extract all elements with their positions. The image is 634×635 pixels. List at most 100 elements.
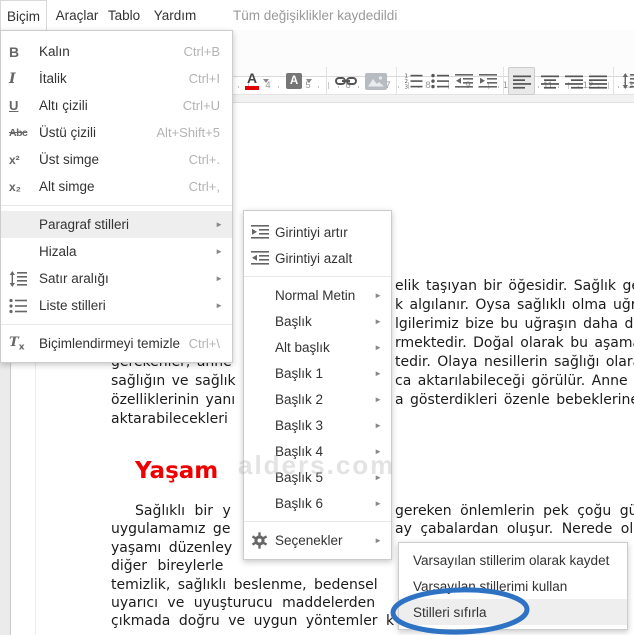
numbered-list-button[interactable]: 123 <box>401 67 426 95</box>
menu-item-ust-simge[interactable]: x² Üst simge Ctrl+. <box>1 146 232 173</box>
bullet-list-icon <box>430 73 449 89</box>
submenu-arrow-icon: ► <box>374 342 382 352</box>
menu-separator <box>1 324 232 325</box>
align-left-icon <box>512 74 531 89</box>
submenu-arrow-icon: ► <box>374 420 382 430</box>
menu-item-alt-baslik[interactable]: Alt başlık ► <box>244 334 391 360</box>
increase-indent-icon <box>244 224 275 240</box>
menu-separator <box>244 276 391 277</box>
menubar-item-yardim[interactable]: Yardım <box>148 0 202 30</box>
submenu-arrow-icon: ► <box>374 394 382 404</box>
menu-item-baslik-4[interactable]: Başlık 4 ► <box>244 438 391 464</box>
align-right-button[interactable] <box>561 67 586 95</box>
menu-item-label: Başlık 4 <box>275 443 324 459</box>
numbered-list-icon: 123 <box>404 73 423 89</box>
menu-item-paragraf-stilleri[interactable]: Paragraf stilleri ► <box>1 211 232 238</box>
align-center-button[interactable] <box>537 67 562 95</box>
menu-item-normal-metin[interactable]: Normal Metin ► <box>244 282 391 308</box>
document-text-fragment: yaşamı düzenley <box>111 540 233 556</box>
document-text-fragment: temizlik, sağlıklı beslenme, bedensel <box>111 577 378 593</box>
menu-item-liste-stilleri[interactable]: Liste stilleri ► <box>1 292 232 319</box>
menu-item-label: Girintiyi artır <box>275 224 348 240</box>
bulleted-list-button[interactable] <box>427 67 452 95</box>
document-text-fragment: a gösterdikleri özenle bebeklerine s <box>395 392 634 408</box>
document-text-fragment: özelliklerinin yanı <box>111 392 236 408</box>
menu-item-varsayilan-stillerim-olarak-kaydet[interactable]: Varsayılan stillerim olarak kaydet <box>399 547 627 573</box>
increase-indent-button[interactable] <box>475 67 500 95</box>
menu-item-satir-araligi[interactable]: Satır aralığı ► <box>1 265 232 292</box>
submenu-arrow-icon: ► <box>374 535 382 545</box>
menu-item-label: Altı çizili <box>39 98 88 113</box>
document-text-fragment: sağlığın ve sağlık <box>111 373 236 389</box>
save-status: Tüm değişiklikler kaydedildi <box>233 7 398 23</box>
menu-item-label: Alt simge <box>39 179 95 194</box>
menu-item-label: Alt başlık <box>275 339 330 355</box>
menu-item-label: Biçimlendirmeyi temizle <box>39 336 181 351</box>
menubar-item-tablo[interactable]: Tablo <box>102 0 146 30</box>
menu-item-baslik[interactable]: Başlık ► <box>244 308 391 334</box>
document-text-fragment: k algılanır. Oysa sağlıklı olma uğrund <box>395 297 634 313</box>
menu-item-ustu-cizili[interactable]: Abc Üstü çizili Alt+Shift+5 <box>1 119 232 146</box>
submenu-arrow-icon: ► <box>374 472 382 482</box>
menu-item-shortcut: Alt+Shift+5 <box>156 125 220 140</box>
align-left-button[interactable] <box>508 67 535 95</box>
submenu-arrow-icon: ► <box>374 368 382 378</box>
text-color-icon: A <box>244 71 260 90</box>
menu-item-girintiyi-artir[interactable]: Girintiyi artır <box>244 219 391 245</box>
menu-item-baslik-5[interactable]: Başlık 5 ► <box>244 464 391 490</box>
underline-icon: U <box>9 98 19 113</box>
justify-button[interactable] <box>585 67 610 95</box>
menu-item-baslik-3[interactable]: Başlık 3 ► <box>244 412 391 438</box>
submenu-arrow-icon: ► <box>215 220 223 229</box>
menu-item-shortcut: Ctrl+U <box>182 98 220 113</box>
submenu-arrow-icon: ► <box>374 498 382 508</box>
menu-item-label: Üst simge <box>39 152 100 167</box>
menu-item-alt-simge[interactable]: x₂ Alt simge Ctrl+, <box>1 173 232 200</box>
dropdown-caret-icon <box>306 79 312 83</box>
menubar-item-bicim[interactable]: Biçim <box>0 0 47 31</box>
menu-item-girintiyi-azalt[interactable]: Girintiyi azalt <box>244 245 391 271</box>
subscript-icon: x₂ <box>9 179 22 194</box>
submenu-arrow-icon: ► <box>215 274 223 283</box>
ruler-tick <box>398 86 399 88</box>
dropdown-caret-icon <box>263 79 270 83</box>
menu-item-alti-cizili[interactable]: U Altı çizili Ctrl+U <box>1 92 232 119</box>
submenu-arrow-icon: ► <box>374 446 382 456</box>
insert-image-button[interactable] <box>361 67 391 95</box>
document-heading: Yaşam <box>135 458 219 484</box>
submenu-arrow-icon: ► <box>374 290 382 300</box>
document-text-fragment: ay çabalardan oluşur. Nerede olu <box>395 521 634 537</box>
menu-item-label: Normal Metin <box>275 287 356 303</box>
menubar-item-araclar[interactable]: Araçlar <box>52 0 102 30</box>
menu-item-baslik-1[interactable]: Başlık 1 ► <box>244 360 391 386</box>
document-text-fragment: uyarıcı ve uyuşturucu maddelerden <box>111 595 376 611</box>
clear-formatting-icon: Tx <box>9 334 25 353</box>
menu-item-secenekler[interactable]: Seçenekler ► <box>244 527 391 553</box>
menu-item-baslik-2[interactable]: Başlık 2 ► <box>244 386 391 412</box>
menu-item-label: Hizala <box>39 244 77 259</box>
line-spacing-button[interactable] <box>618 67 634 95</box>
document-text-fragment: tedir. Olaya nesillerin sağlığı olarak <box>395 354 634 370</box>
menu-item-kalin[interactable]: B Kalın Ctrl+B <box>1 38 232 65</box>
menu-item-bicimlendirmeyi-temizle[interactable]: Tx Biçimlendirmeyi temizle Ctrl+\ <box>1 330 232 357</box>
ruler-tick <box>278 86 279 88</box>
decrease-indent-icon <box>244 250 275 266</box>
document-text-fragment: uygulamamız ge <box>111 521 231 537</box>
menu-item-stilleri-sifirla[interactable]: Stilleri sıfırla <box>399 599 627 625</box>
text-color-button[interactable]: A <box>238 67 276 95</box>
menu-separator <box>1 205 232 206</box>
menu-item-hizala[interactable]: Hizala ► <box>1 238 232 265</box>
menu-item-label: Seçenekler <box>275 532 343 548</box>
insert-link-button[interactable] <box>331 67 361 95</box>
svg-text:3: 3 <box>405 85 409 89</box>
menu-item-i-talik[interactable]: I İtalik Ctrl+I <box>1 65 232 92</box>
menu-item-varsayilan-stillerimi-kullan[interactable]: Varsayılan stillerimi kullan <box>399 573 627 599</box>
paragraph-styles-menu: Girintiyi artır Girintiyi azalt Normal Met… <box>243 210 392 560</box>
highlight-color-button[interactable]: A <box>280 67 318 95</box>
menu-item-baslik-6[interactable]: Başlık 6 ► <box>244 490 391 516</box>
menu-item-label: Satır aralığı <box>39 271 109 286</box>
menu-item-label: Başlık 1 <box>275 365 324 381</box>
decrease-indent-button[interactable] <box>451 67 476 95</box>
bold-icon: B <box>9 43 20 60</box>
align-right-icon <box>564 74 583 89</box>
